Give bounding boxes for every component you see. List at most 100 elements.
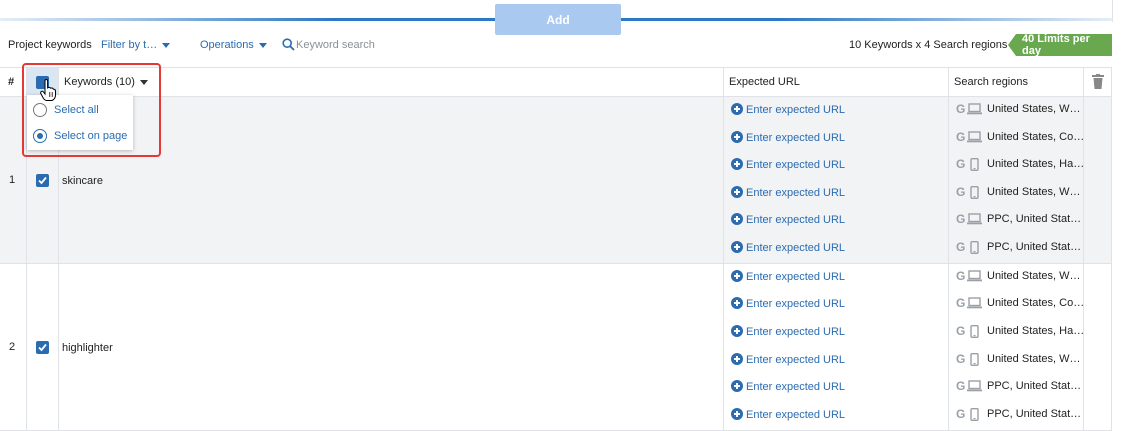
row-number: 2	[9, 341, 16, 353]
search-icon[interactable]	[282, 38, 295, 51]
desktop-icon	[967, 103, 982, 115]
desktop-icon	[967, 213, 982, 225]
plus-circle-icon[interactable]	[731, 241, 743, 253]
desktop-icon	[967, 270, 982, 282]
keyword-search-input[interactable]: Keyword search	[296, 39, 375, 51]
plus-circle-icon[interactable]	[731, 380, 743, 392]
filter-label: Filter by t…	[101, 39, 158, 51]
search-region-label: United States, W…	[987, 103, 1081, 115]
header-number: #	[8, 76, 15, 88]
keyword-subrow: Enter expected URL G PPC, United Stat…	[724, 234, 1112, 261]
caret-down-icon	[162, 42, 171, 48]
mobile-icon	[970, 353, 979, 366]
limits-summary: 10 Keywords x 4 Search regions =	[849, 39, 1017, 51]
google-icon: G	[956, 185, 966, 199]
search-region-label: PPC, United Stat…	[987, 408, 1082, 420]
add-button[interactable]: Add	[495, 4, 621, 35]
row-checkbox[interactable]	[36, 174, 49, 187]
enter-expected-url-link[interactable]: Enter expected URL	[746, 104, 845, 116]
row-number: 1	[9, 174, 16, 186]
keyword-subrow: Enter expected URL G PPC, United Stat…	[724, 373, 1112, 400]
toolbar-title: Project keywords	[8, 39, 92, 51]
search-region-label: United States, Co…	[987, 297, 1085, 309]
plus-circle-icon[interactable]	[731, 325, 743, 337]
enter-expected-url-link[interactable]: Enter expected URL	[746, 159, 845, 171]
hand-cursor-icon	[40, 79, 56, 101]
row-checkbox[interactable]	[36, 341, 49, 354]
google-icon: G	[956, 157, 966, 171]
enter-expected-url-link[interactable]: Enter expected URL	[746, 298, 845, 310]
caret-down-icon	[258, 42, 267, 48]
radio-selected-icon	[33, 129, 47, 143]
search-region-label: PPC, United Stat…	[987, 241, 1082, 253]
plus-circle-icon[interactable]	[731, 131, 743, 143]
search-region-label: United States, Ha…	[987, 158, 1085, 170]
mobile-icon	[970, 408, 979, 421]
google-icon: G	[956, 379, 966, 393]
keyword-subrow: Enter expected URL G United States, Co…	[724, 290, 1112, 317]
google-icon: G	[956, 102, 966, 116]
toolbar: Project keywords Filter by t… Operations…	[0, 33, 1112, 57]
enter-expected-url-link[interactable]: Enter expected URL	[746, 242, 845, 254]
desktop-icon	[967, 131, 982, 143]
mobile-icon	[970, 186, 979, 199]
keyword-subrow: Enter expected URL G United States, Co…	[724, 124, 1112, 151]
desktop-icon	[967, 297, 982, 309]
option-label: Select all	[54, 104, 99, 116]
keyword-subrow: Enter expected URL G PPC, United Stat…	[724, 206, 1112, 233]
plus-circle-icon[interactable]	[731, 103, 743, 115]
keyword-text: skincare	[62, 175, 103, 187]
keyword-text: highlighter	[62, 342, 113, 354]
search-region-label: United States, Ha…	[987, 325, 1085, 337]
expected-url-header: Expected URL	[729, 76, 800, 88]
keyword-subrow: Enter expected URL G United States, Ha…	[724, 151, 1112, 178]
filter-dropdown[interactable]: Filter by t…	[101, 39, 171, 51]
plus-circle-icon[interactable]	[731, 213, 743, 225]
plus-circle-icon[interactable]	[731, 186, 743, 198]
search-region-label: United States, W…	[987, 270, 1081, 282]
option-label: Select on page	[54, 130, 128, 142]
operations-dropdown[interactable]: Operations	[200, 39, 267, 51]
plus-circle-icon[interactable]	[731, 158, 743, 170]
google-icon: G	[956, 269, 966, 283]
keyword-subrow: Enter expected URL G United States, Ha…	[724, 318, 1112, 345]
trash-icon[interactable]	[1092, 74, 1104, 89]
google-icon: G	[956, 296, 966, 310]
keywords-page: Add Project keywords Filter by t… Operat…	[0, 0, 1123, 431]
desktop-icon	[967, 380, 982, 392]
search-region-label: United States, W…	[987, 186, 1081, 198]
enter-expected-url-link[interactable]: Enter expected URL	[746, 381, 845, 393]
search-region-label: United States, Co…	[987, 131, 1085, 143]
google-icon: G	[956, 407, 966, 421]
keyword-subrow: Enter expected URL G United States, W…	[724, 346, 1112, 373]
keyword-subrow: Enter expected URL G United States, W…	[724, 179, 1112, 206]
search-regions-header: Search regions	[954, 76, 1028, 88]
enter-expected-url-link[interactable]: Enter expected URL	[746, 326, 845, 338]
mobile-icon	[970, 325, 979, 338]
enter-expected-url-link[interactable]: Enter expected URL	[746, 354, 845, 366]
plus-circle-icon[interactable]	[731, 297, 743, 309]
radio-icon	[33, 103, 47, 117]
operations-label: Operations	[200, 39, 254, 51]
limits-badge: 40 Limits per day	[1008, 33, 1112, 57]
enter-expected-url-link[interactable]: Enter expected URL	[746, 187, 845, 199]
plus-circle-icon[interactable]	[731, 270, 743, 282]
enter-expected-url-link[interactable]: Enter expected URL	[746, 132, 845, 144]
google-icon: G	[956, 240, 966, 254]
select-dropdown-menu: Select all Select on page	[27, 95, 133, 150]
mobile-icon	[970, 158, 979, 171]
enter-expected-url-link[interactable]: Enter expected URL	[746, 214, 845, 226]
google-icon: G	[956, 212, 966, 226]
google-icon: G	[956, 130, 966, 144]
search-region-label: United States, W…	[987, 353, 1081, 365]
google-icon: G	[956, 352, 966, 366]
search-region-label: PPC, United Stat…	[987, 380, 1082, 392]
google-icon: G	[956, 324, 966, 338]
keyword-subrow: Enter expected URL G PPC, United Stat…	[724, 401, 1112, 428]
enter-expected-url-link[interactable]: Enter expected URL	[746, 409, 845, 421]
table-header: # Keywords (10) Expected URL Search regi…	[0, 68, 1112, 97]
plus-circle-icon[interactable]	[731, 353, 743, 365]
mobile-icon	[970, 241, 979, 254]
plus-circle-icon[interactable]	[731, 408, 743, 420]
enter-expected-url-link[interactable]: Enter expected URL	[746, 271, 845, 283]
